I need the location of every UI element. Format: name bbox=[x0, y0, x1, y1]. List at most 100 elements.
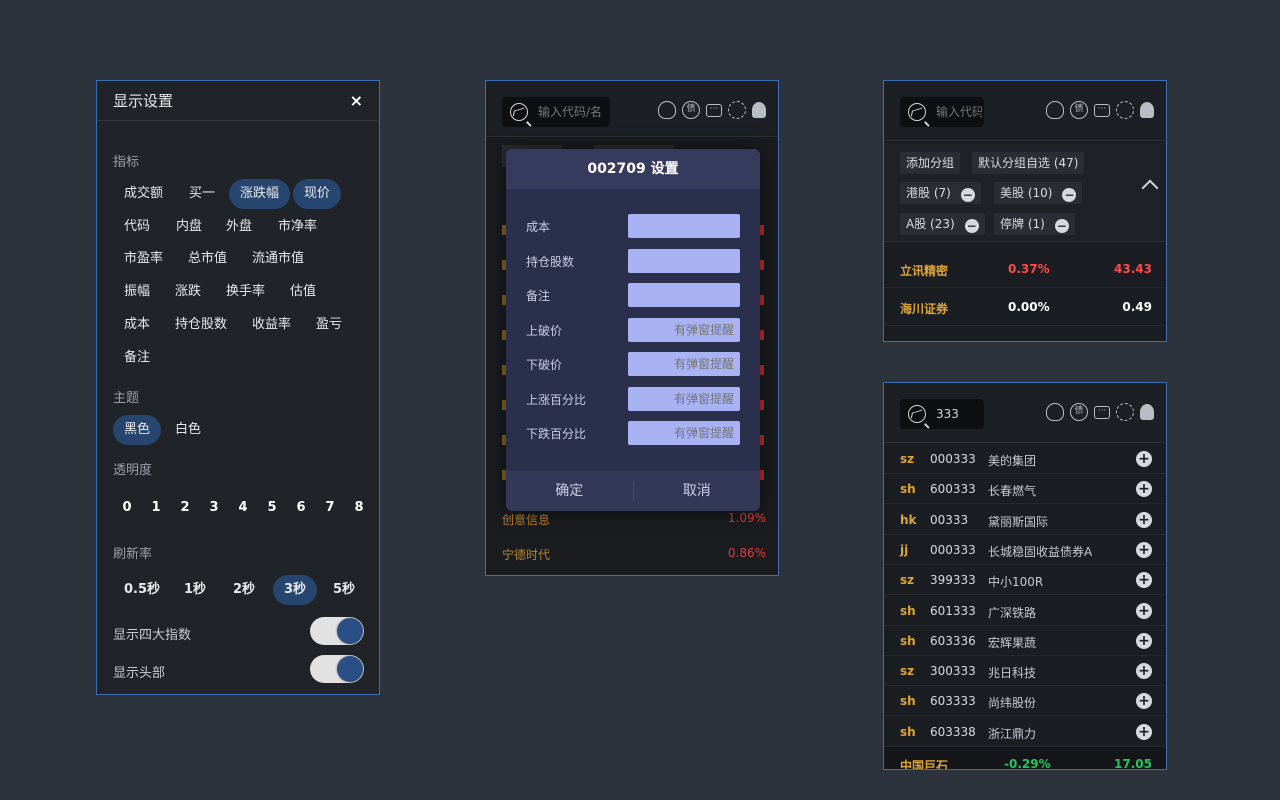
indicator-chip[interactable]: 成本 bbox=[113, 310, 161, 340]
field-input[interactable] bbox=[628, 214, 740, 238]
indicator-chip[interactable]: 涨跌幅 bbox=[229, 179, 291, 209]
bulb-icon[interactable] bbox=[658, 101, 676, 119]
field-input[interactable] bbox=[628, 248, 740, 273]
list-item[interactable]: sh 603333 尚纬股份 + bbox=[884, 686, 1166, 717]
indicator-chip[interactable]: 成交额 bbox=[113, 179, 174, 209]
indicator-chip[interactable]: 内盘 bbox=[165, 212, 213, 242]
group-tab[interactable]: 美股 (10) − bbox=[994, 182, 1083, 204]
add-icon[interactable]: + bbox=[1136, 572, 1152, 589]
list-item[interactable]: sh 600333 长春燃气 + bbox=[884, 474, 1166, 505]
cancel-button[interactable]: 取消 bbox=[634, 471, 761, 511]
refresh-option[interactable]: 5秒 bbox=[322, 575, 366, 605]
minus-icon[interactable]: − bbox=[1054, 219, 1069, 233]
gear-icon[interactable] bbox=[728, 101, 746, 119]
indicator-chip[interactable]: 换手率 bbox=[215, 277, 276, 307]
group-tab[interactable]: 停牌 (1) − bbox=[994, 213, 1075, 235]
field-input[interactable] bbox=[628, 386, 740, 411]
list-item[interactable]: 宁德时代 0.86% bbox=[486, 546, 778, 575]
list-item[interactable]: sh 601333 广深铁路 + bbox=[884, 596, 1166, 626]
indicator-chip[interactable]: 总市值 bbox=[177, 244, 238, 274]
opacity-option[interactable]: 8 bbox=[351, 500, 367, 515]
refresh-option[interactable]: 2秒 bbox=[222, 575, 266, 605]
add-group-button[interactable]: 添加分组 bbox=[900, 152, 961, 174]
opacity-option[interactable]: 3 bbox=[206, 500, 222, 515]
toggle-indices-switch[interactable] bbox=[310, 617, 364, 645]
add-icon[interactable]: + bbox=[1136, 663, 1152, 680]
group-tab[interactable]: 港股 (7) − bbox=[900, 182, 981, 204]
group-tab[interactable]: A股 (23) − bbox=[900, 213, 985, 235]
indicator-chip[interactable]: 持仓股数 bbox=[164, 310, 238, 340]
default-group-tab[interactable]: 默认分组自选 (47) bbox=[972, 152, 1085, 174]
search-input[interactable] bbox=[936, 105, 982, 119]
minus-icon[interactable]: − bbox=[1062, 188, 1077, 202]
list-item[interactable]: sh 603338 浙江鼎力 + bbox=[884, 717, 1166, 747]
gear-icon[interactable] bbox=[1116, 403, 1134, 421]
opacity-option[interactable]: 1 bbox=[148, 500, 164, 515]
search-box[interactable] bbox=[502, 97, 610, 127]
list-item[interactable]: sh 603336 宏辉果蔬 + bbox=[884, 626, 1166, 656]
indicator-chip[interactable]: 涨跌 bbox=[164, 277, 212, 307]
user-icon[interactable] bbox=[752, 102, 766, 118]
add-icon[interactable]: + bbox=[1136, 723, 1152, 740]
add-icon[interactable]: + bbox=[1136, 541, 1152, 558]
indicator-chip[interactable]: 现价 bbox=[293, 179, 342, 209]
user-icon[interactable] bbox=[1140, 102, 1154, 118]
indicator-chip[interactable]: 代码 bbox=[113, 212, 161, 242]
gear-icon[interactable] bbox=[1116, 101, 1134, 119]
refresh-option[interactable]: 1秒 bbox=[173, 575, 217, 605]
add-icon[interactable]: + bbox=[1136, 693, 1152, 710]
bulb-icon[interactable] bbox=[1046, 101, 1064, 119]
indicator-chip[interactable]: 备注 bbox=[113, 343, 161, 373]
opacity-option[interactable]: 7 bbox=[322, 500, 338, 515]
refresh-option[interactable]: 0.5秒 bbox=[113, 575, 171, 605]
search-input[interactable] bbox=[936, 407, 982, 421]
indicator-chip[interactable]: 振幅 bbox=[113, 277, 161, 307]
table-row[interactable]: 立讯精密 0.37% 43.43 bbox=[884, 250, 1166, 288]
search-box[interactable] bbox=[900, 399, 984, 429]
add-icon[interactable]: + bbox=[1136, 481, 1152, 498]
add-icon[interactable]: + bbox=[1136, 632, 1152, 649]
opacity-option[interactable]: 6 bbox=[293, 500, 309, 515]
theme-chip[interactable]: 白色 bbox=[164, 415, 212, 445]
indicator-chip[interactable]: 外盘 bbox=[215, 212, 263, 242]
table-row[interactable]: 中国巨石 -0.29% 17.05 bbox=[884, 747, 1166, 769]
bond-icon[interactable]: 债 bbox=[682, 101, 700, 119]
minus-icon[interactable]: − bbox=[960, 188, 975, 202]
minus-icon[interactable]: − bbox=[964, 219, 979, 233]
list-item[interactable]: sz 300333 兆日科技 + bbox=[884, 656, 1166, 687]
confirm-button[interactable]: 确定 bbox=[506, 471, 633, 511]
list-item[interactable]: sz 000333 美的集团 + bbox=[884, 444, 1166, 474]
theme-chip[interactable]: 黑色 bbox=[113, 415, 162, 445]
field-input[interactable] bbox=[628, 283, 740, 307]
indicator-chip[interactable]: 市盈率 bbox=[113, 244, 174, 274]
opacity-option[interactable]: 2 bbox=[177, 500, 193, 515]
chat-icon[interactable]: ··· bbox=[1094, 405, 1110, 419]
indicator-chip[interactable]: 流通市值 bbox=[241, 244, 315, 274]
indicator-chip[interactable]: 买一 bbox=[178, 179, 226, 209]
table-row[interactable]: 海川证券 0.00% 0.49 bbox=[884, 288, 1166, 326]
field-input[interactable] bbox=[628, 317, 740, 342]
bond-icon[interactable]: 债 bbox=[1070, 403, 1088, 421]
field-input[interactable] bbox=[628, 352, 740, 376]
chat-icon[interactable]: ··· bbox=[706, 103, 722, 117]
search-input[interactable] bbox=[538, 105, 608, 119]
indicator-chip[interactable]: 收益率 bbox=[241, 310, 302, 340]
chevron-up-icon[interactable] bbox=[1141, 179, 1159, 197]
indicator-chip[interactable]: 市净率 bbox=[267, 212, 328, 242]
bond-icon[interactable]: 债 bbox=[1070, 101, 1088, 119]
field-input[interactable] bbox=[628, 421, 740, 445]
add-icon[interactable]: + bbox=[1136, 451, 1152, 467]
search-box[interactable] bbox=[900, 97, 984, 127]
close-icon[interactable]: × bbox=[350, 91, 363, 110]
opacity-option[interactable]: 0 bbox=[119, 500, 135, 515]
bulb-icon[interactable] bbox=[1046, 403, 1064, 421]
list-item[interactable]: sz 399333 中小100R + bbox=[884, 565, 1166, 596]
indicator-chip[interactable]: 盈亏 bbox=[305, 310, 353, 340]
add-icon[interactable]: + bbox=[1136, 602, 1152, 619]
add-icon[interactable]: + bbox=[1136, 511, 1152, 528]
chat-icon[interactable]: ··· bbox=[1094, 103, 1110, 117]
indicator-chip[interactable]: 估值 bbox=[279, 277, 327, 307]
refresh-option[interactable]: 3秒 bbox=[273, 575, 318, 605]
user-icon[interactable] bbox=[1140, 404, 1154, 420]
list-item[interactable]: hk 00333 黛丽斯国际 + bbox=[884, 505, 1166, 535]
